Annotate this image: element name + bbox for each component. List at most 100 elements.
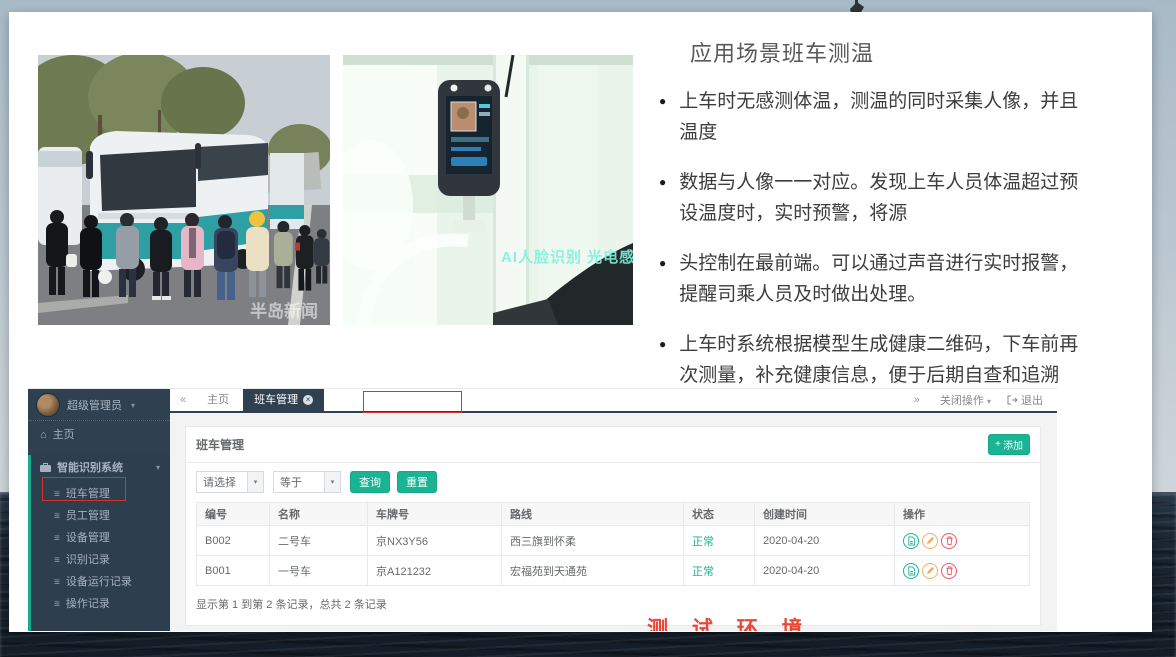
sidebar-sub-label: 员工管理 [66, 510, 110, 522]
test-environment-watermark: 测 试 环 境 [647, 613, 812, 631]
menu-lines-icon: ≡ [54, 511, 60, 522]
column-header: 路线 [502, 503, 684, 526]
field-select[interactable]: 请选择 ▾ [196, 471, 264, 493]
operator-select-value: 等于 [274, 474, 324, 490]
filter-row: 请选择 ▾ 等于 ▾ 查询 重置 [196, 471, 1030, 493]
add-button-label: 添加 [1003, 437, 1023, 452]
sidebar-home-label: 主页 [53, 429, 75, 441]
menu-lines-icon: ≡ [54, 577, 60, 588]
user-name: 超级管理员 [67, 397, 122, 413]
edit-button[interactable] [922, 533, 938, 549]
collapse-right-icon[interactable]: » [904, 394, 930, 406]
caret-down-icon: ▾ [987, 397, 991, 406]
search-button[interactable]: 查询 [350, 471, 390, 493]
caret-down-icon: ▾ [131, 401, 135, 410]
bullet-icon: ● [659, 329, 666, 391]
edit-button[interactable] [922, 563, 938, 579]
annotation-box-tab [363, 391, 462, 413]
select-arrow-icon: ▾ [247, 472, 263, 492]
admin-screenshot: 超级管理员 ▾ ⌂ 主页 智能识别系统 ▾ [28, 388, 1057, 631]
cell-created: 2020-04-20 [755, 526, 895, 556]
annotation-box-sidebar [42, 477, 126, 501]
sidebar-sub-item[interactable]: ≡ 员工管理 [31, 505, 170, 527]
briefcase-icon [40, 462, 51, 472]
sidebar-sub-label: 设备运行记录 [66, 576, 132, 588]
logout-button[interactable]: 退出 [1001, 392, 1049, 408]
sidebar-sub-item[interactable]: ≡ 设备管理 [31, 527, 170, 549]
user-menu[interactable]: 超级管理员 ▾ [28, 389, 170, 421]
sidebar-sub-label: 操作记录 [66, 598, 110, 610]
logout-icon [1007, 395, 1018, 405]
table-header-row: 编号名称车牌号路线状态创建时间操作 [197, 503, 1030, 526]
sidebar-sub-label: 识别记录 [66, 554, 110, 566]
logout-label: 退出 [1021, 392, 1043, 408]
menu-lines-icon: ≡ [54, 599, 60, 610]
select-arrow-icon: ▾ [324, 472, 340, 492]
photo-temp-device: AI人脸识别 光电感应 采 [343, 55, 633, 325]
operator-select[interactable]: 等于 ▾ [273, 471, 341, 493]
sidebar: 超级管理员 ▾ ⌂ 主页 智能识别系统 ▾ [28, 389, 170, 631]
menu-lines-icon: ≡ [54, 533, 60, 544]
bullet-icon: ● [659, 86, 666, 148]
tab-active-label: 班车管理 [254, 389, 298, 411]
sidebar-sub-item[interactable]: ≡ 识别记录 [31, 549, 170, 571]
sidebar-section-label: 智能识别系统 [57, 459, 123, 475]
slide-card: 半岛新闻 [9, 12, 1152, 632]
collapse-left-icon[interactable]: « [170, 394, 196, 406]
delete-button[interactable] [941, 533, 957, 549]
screenshot-stage: 半岛新闻 [0, 0, 1176, 657]
bus-table: 编号名称车牌号路线状态创建时间操作 B002 二号车 京NX3Y56 西三旗到怀… [196, 502, 1030, 586]
photo-bus-queue: 半岛新闻 [38, 55, 330, 325]
column-header: 操作 [895, 503, 1030, 526]
cell-status: 正常 [684, 526, 755, 556]
pagination-summary: 显示第 1 到第 2 条记录，总共 2 条记录 [196, 596, 1030, 612]
tab-close-icon[interactable]: × [303, 395, 313, 405]
close-operations-label: 关闭操作 [940, 395, 984, 407]
bullet-item: ● 上车时系统根据模型生成健康二维码，下车前再次测量，补充健康信息，便于后期自查… [659, 329, 1095, 391]
sidebar-item-home[interactable]: ⌂ 主页 [28, 425, 170, 445]
column-header: 编号 [197, 503, 270, 526]
menu-lines-icon: ≡ [54, 555, 60, 566]
slide-title: 应用场景班车测温 [690, 36, 874, 68]
delete-button[interactable] [941, 563, 957, 579]
close-operations-dropdown[interactable]: 关闭操作 ▾ [934, 392, 997, 408]
bullet-text: 上车时无感测体温，测温的同时采集人像，并且温度 [679, 86, 1095, 148]
sidebar-sub-item[interactable]: ≡ 操作记录 [31, 593, 170, 615]
sidebar-sub-item[interactable]: ≡ 设备运行记录 [31, 571, 170, 593]
chevron-down-icon: ▾ [156, 463, 160, 472]
tab-home[interactable]: 主页 [196, 389, 240, 411]
cell-status: 正常 [684, 556, 755, 586]
column-header: 车牌号 [368, 503, 502, 526]
column-header: 创建时间 [755, 503, 895, 526]
panel-title: 班车管理 [196, 436, 244, 453]
bullet-text: 数据与人像一一对应。发现上车人员体温超过预设温度时，实时预警，将源 [679, 167, 1095, 229]
view-button[interactable] [903, 563, 919, 579]
table-row: B002 二号车 京NX3Y56 西三旗到怀柔 正常 2020-04-20 [197, 526, 1030, 556]
avatar [36, 393, 60, 417]
tab-bus-management[interactable]: 班车管理 × [243, 389, 324, 411]
cell-id: B001 [197, 556, 270, 586]
sidebar-nav: ⌂主页 智能识别系统 ▾ ≡班车管理 [28, 421, 170, 631]
bullet-icon: ● [659, 167, 666, 229]
bus-management-panel: 班车管理 +添加 请选择 ▾ 等于 [185, 426, 1041, 626]
bullet-item: ● 上车时无感测体温，测温的同时采集人像，并且温度 [659, 86, 1095, 148]
cell-id: B002 [197, 526, 270, 556]
bullet-icon: ● [659, 248, 666, 310]
home-icon: ⌂ [40, 429, 47, 441]
admin-content: 班车管理 +添加 请选择 ▾ 等于 [170, 413, 1057, 631]
bullet-list: ● 上车时无感测体温，测温的同时采集人像，并且温度 ● 数据与人像一一对应。发现… [659, 86, 1095, 410]
plus-icon: + [995, 439, 1001, 450]
cell-route: 西三旗到怀柔 [502, 526, 684, 556]
bullet-item: ● 头控制在最前端。可以通过声音进行实时报警，提醒司乘人员及时做出处理。 [659, 248, 1095, 310]
add-button[interactable]: +添加 [988, 434, 1030, 455]
sidebar-sub-label: 设备管理 [66, 532, 110, 544]
cell-plate: 京A121232 [368, 556, 502, 586]
tab-bar: « 主页 班车管理 × » 关闭操作 ▾ 退出 [170, 389, 1057, 413]
sidebar-section-recognition[interactable]: 智能识别系统 ▾ [31, 455, 170, 479]
table-row: B001 一号车 京A121232 宏福苑到天通苑 正常 2020-04-20 [197, 556, 1030, 586]
cell-plate: 京NX3Y56 [368, 526, 502, 556]
reset-button[interactable]: 重置 [397, 471, 437, 493]
column-header: 状态 [684, 503, 755, 526]
view-button[interactable] [903, 533, 919, 549]
field-select-value: 请选择 [197, 474, 247, 490]
